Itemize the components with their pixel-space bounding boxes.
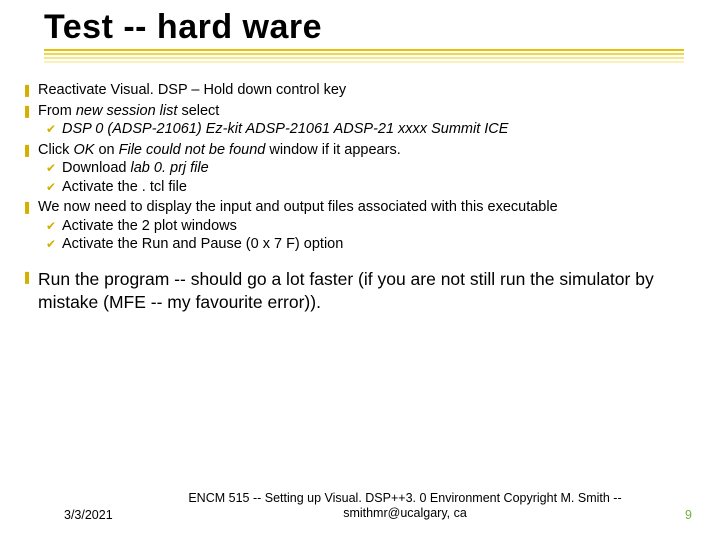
text-run: window if it appears.: [269, 142, 400, 158]
footer-center: ENCM 515 -- Setting up Visual. DSP++3. 0…: [150, 491, 660, 522]
slide-body: ❚ Reactivate Visual. DSP – Hold down con…: [0, 65, 720, 313]
text-run: on: [98, 142, 118, 158]
bullet-item: ❚ From new session list select: [22, 102, 692, 121]
sub-bullet-text: Activate the 2 plot windows: [62, 217, 692, 236]
sub-bullet-text: DSP 0 (ADSP-21061) Ez-kit ADSP-21061 ADS…: [62, 120, 692, 139]
bullet-text: We now need to display the input and out…: [38, 198, 692, 217]
bullet-text: From new session list select: [38, 102, 692, 121]
sub-bullet-text: Download lab 0. prj file: [62, 159, 692, 178]
bullet-icon: ❚: [22, 102, 38, 121]
sub-bullet-item: ✔ Download lab 0. prj file: [46, 159, 692, 178]
text-run: select: [181, 103, 219, 119]
bullet-icon: ✔: [46, 217, 62, 236]
footer-page-number: 9: [660, 508, 720, 522]
bullet-item: ❚ We now need to display the input and o…: [22, 198, 692, 217]
bullet-item: ❚ Reactivate Visual. DSP – Hold down con…: [22, 81, 692, 100]
title-block: Test -- hard ware: [0, 0, 720, 47]
sub-bullet-item: ✔ Activate the 2 plot windows: [46, 217, 692, 236]
bullet-text: Run the program -- should go a lot faste…: [38, 268, 692, 314]
text-run-italic: lab 0. prj file: [131, 160, 209, 176]
bullet-icon: ❚: [22, 141, 38, 160]
footer-date: 3/3/2021: [0, 508, 150, 522]
sub-bullet-item: ✔ Activate the . tcl file: [46, 178, 692, 197]
bullet-item: ❚ Run the program -- should go a lot fas…: [22, 268, 692, 314]
sub-bullet-item: ✔ Activate the Run and Pause (0 x 7 F) o…: [46, 235, 692, 254]
bullet-icon: ❚: [22, 198, 38, 217]
text-run: From: [38, 103, 76, 119]
text-run: Download: [62, 160, 131, 176]
sub-bullet-text: Activate the . tcl file: [62, 178, 692, 197]
bullet-icon: ✔: [46, 235, 62, 254]
text-run: Click: [38, 142, 73, 158]
slide-footer: 3/3/2021 ENCM 515 -- Setting up Visual. …: [0, 491, 720, 522]
bullet-text: Click OK on File could not be found wind…: [38, 141, 692, 160]
bullet-icon: ✔: [46, 159, 62, 178]
bullet-icon: ✔: [46, 120, 62, 139]
bullet-text: Reactivate Visual. DSP – Hold down contr…: [38, 81, 692, 100]
slide-title: Test -- hard ware: [44, 8, 720, 47]
text-run-italic: File could not be found: [119, 142, 270, 158]
bullet-icon: ❚: [22, 81, 38, 100]
text-run-italic: OK: [73, 142, 98, 158]
bullet-icon: ❚: [22, 268, 38, 314]
bullet-icon: ✔: [46, 178, 62, 197]
sub-bullet-item: ✔ DSP 0 (ADSP-21061) Ez-kit ADSP-21061 A…: [46, 120, 692, 139]
bullet-item: ❚ Click OK on File could not be found wi…: [22, 141, 692, 160]
title-underline: [44, 49, 684, 63]
sub-bullet-text: Activate the Run and Pause (0 x 7 F) opt…: [62, 235, 692, 254]
text-run-italic: new session list: [76, 103, 182, 119]
